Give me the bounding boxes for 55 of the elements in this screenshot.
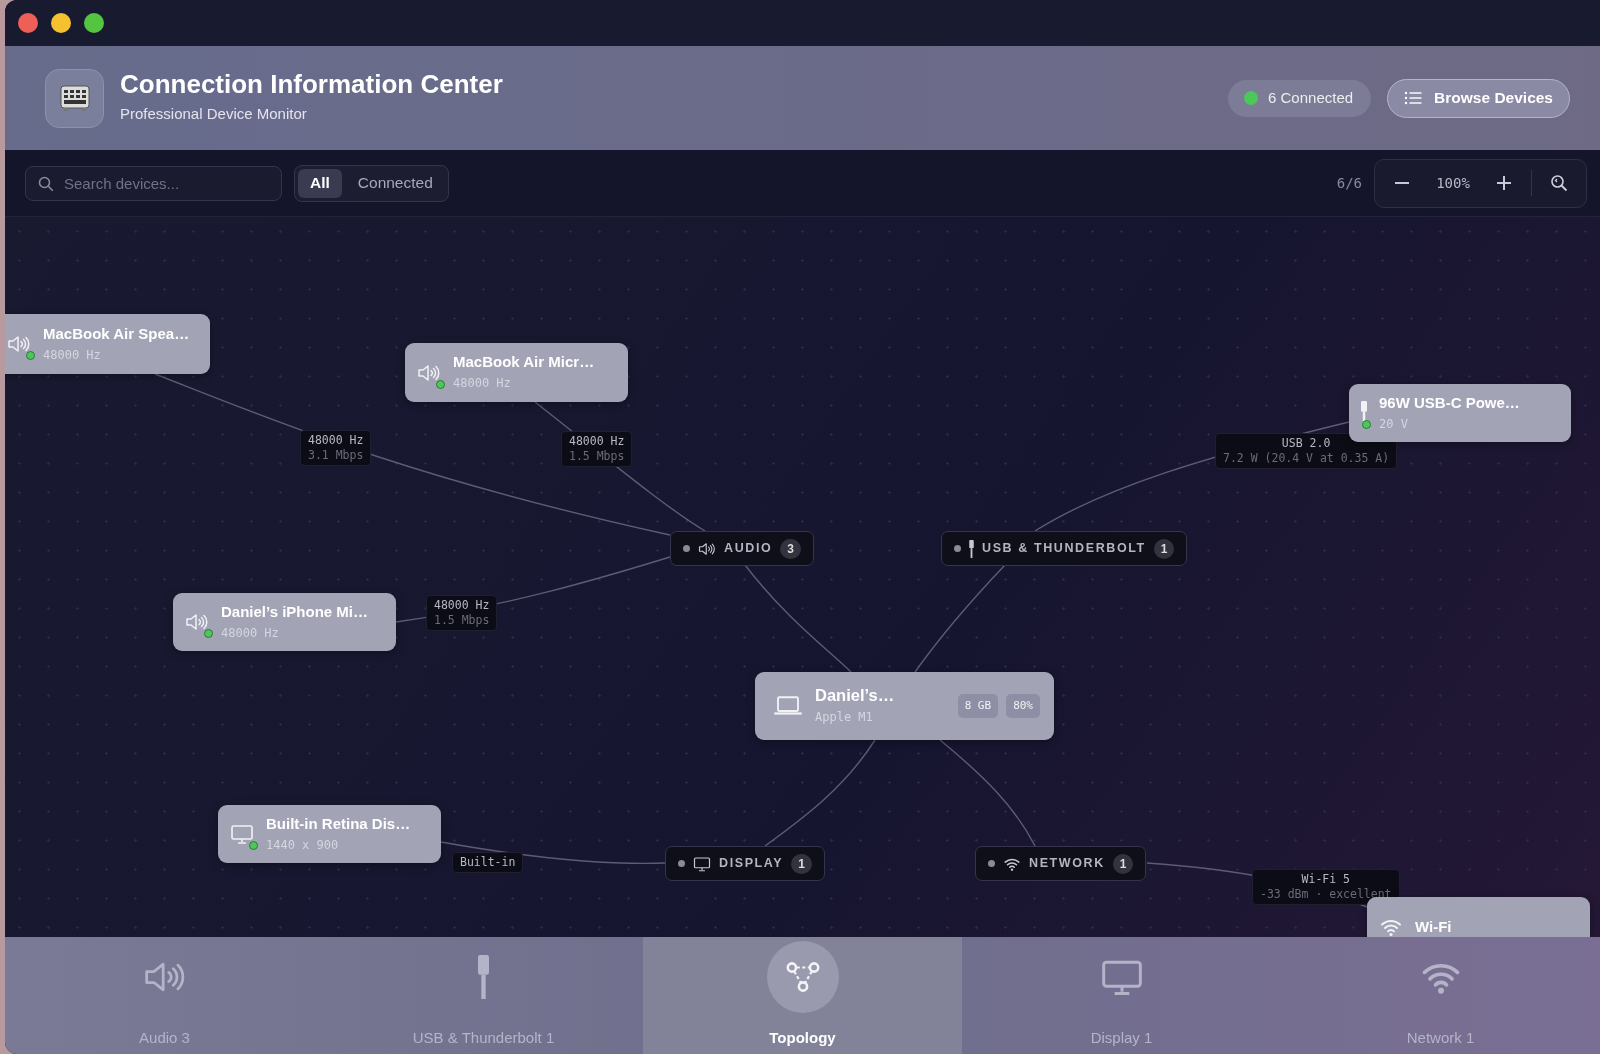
zoom-button[interactable] (84, 13, 104, 33)
hub-count: 3 (780, 538, 801, 559)
search-icon (38, 175, 54, 192)
hub-label: AUDIO (724, 540, 773, 558)
device-name: Daniel’s iPhone Mi… (221, 602, 368, 621)
dot-icon (683, 545, 690, 552)
dot-icon (988, 860, 995, 867)
tab[interactable]: USB & Thunderbolt 1 (324, 937, 643, 1054)
device-node[interactable]: Wi-Fi (1367, 897, 1590, 937)
spec-badge: 8 GB (957, 693, 999, 719)
list-icon (1404, 91, 1423, 105)
dot-icon (954, 545, 961, 552)
minimize-button[interactable] (51, 13, 71, 33)
link-label: Built-in (452, 852, 524, 873)
device-name: Wi-Fi (1415, 918, 1452, 936)
search-field[interactable]: Search devices... (25, 165, 282, 201)
app-title: Connection Information Center (120, 70, 503, 100)
hub-label: DISPLAY (719, 855, 784, 873)
hub-label: USB & THUNDERBOLT (982, 540, 1146, 558)
device-name: MacBook Air Micr… (453, 353, 595, 371)
link-label: 48000 Hz 1.5 Mbps (561, 431, 633, 467)
link-label: 48000 Hz 1.5 Mbps (426, 595, 498, 631)
device-name: Daniel’s… (815, 685, 895, 706)
tab[interactable]: Display 1 (962, 937, 1281, 1054)
hub-count: 1 (791, 853, 812, 874)
app-icon (45, 68, 104, 128)
link-label: Wi-Fi 5 -33 dBm · excellent (1252, 869, 1400, 905)
monitor-icon (230, 822, 254, 846)
zoom-fit-icon (1550, 174, 1568, 192)
hub-label: NETWORK (1029, 855, 1105, 873)
connection-status: 6 Connected (1228, 79, 1372, 117)
link-label: 48000 Hz 3.1 Mbps (300, 430, 372, 466)
plus-icon (1497, 176, 1511, 190)
device-name: MacBook Air Spea… (43, 324, 190, 343)
filter-tab[interactable]: All (298, 168, 342, 198)
tab[interactable]: Audio 3 (5, 937, 324, 1054)
tab[interactable]: Topology (643, 937, 962, 1054)
hub-count: 1 (1112, 853, 1134, 874)
filter-tab[interactable]: Connected (345, 168, 445, 198)
device-name: Built-in Retina Dis… (266, 814, 411, 833)
close-button[interactable] (18, 13, 38, 33)
device-count: 6/6 (1336, 173, 1362, 193)
app-subtitle: Professional Device Monitor (120, 104, 308, 125)
hub-count: 1 (1153, 538, 1175, 559)
dot-icon (678, 860, 685, 867)
minus-icon (1395, 182, 1409, 184)
browse-devices-button[interactable]: Browse Devices (1387, 78, 1570, 118)
zoom-level: 100% (1435, 173, 1471, 193)
monitor-icon (693, 854, 711, 873)
tab[interactable]: Network 1 (1281, 937, 1600, 1054)
link-label: USB 2.0 7.2 W (20.4 V at 0.35 A) (1215, 433, 1398, 469)
spec-badge: 80% (1006, 693, 1040, 719)
plug-icon (969, 539, 974, 558)
device-name: 96W USB-C Powe… (1379, 393, 1520, 412)
plug-icon (478, 955, 489, 999)
